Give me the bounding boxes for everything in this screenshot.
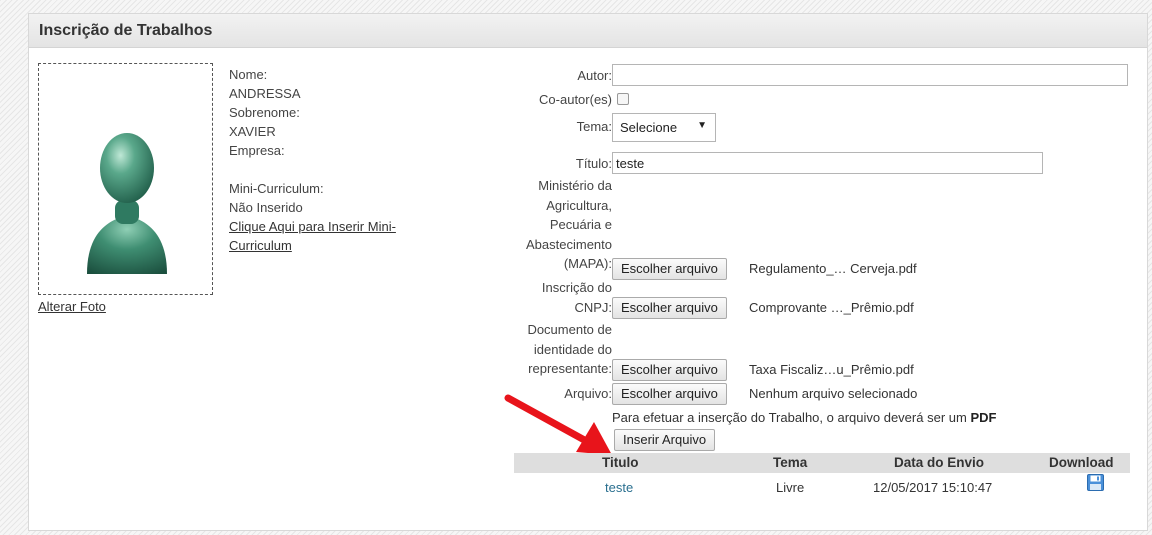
row-titulo-link[interactable]: teste	[605, 480, 633, 495]
panel-header: Inscrição de Trabalhos	[29, 14, 1147, 48]
red-arrow-icon	[504, 394, 612, 455]
arquivo-filename: Nenhum arquivo selecionado	[749, 386, 918, 401]
cnpj-label: Inscrição do CNPJ:	[542, 278, 612, 317]
column-header-tema: Tema	[773, 455, 808, 470]
pdf-note-bold: PDF	[970, 410, 997, 425]
mapa-label-line: Pecuária e	[549, 217, 612, 232]
curriculum-link-line1[interactable]: Clique Aqui para Inserir Mini-	[229, 219, 396, 234]
empresa-value	[229, 160, 459, 179]
pdf-note: Para efetuar a inserção do Trabalho, o a…	[612, 410, 996, 425]
mapa-file-button[interactable]: Escolher arquivo	[612, 258, 727, 280]
nome-label: Nome:	[229, 67, 268, 82]
alterar-foto-link[interactable]: Alterar Foto	[38, 299, 106, 314]
titulo-label: Título:	[575, 156, 612, 171]
caret-down-icon: ▼	[697, 120, 707, 131]
mapa-filename: Regulamento_… Cerveja.pdf	[749, 261, 917, 276]
profile-info: Nome: ANDRESSA Sobrenome: XAVIER Empresa…	[229, 65, 459, 255]
profile-photo	[38, 63, 213, 295]
arquivo-file-button[interactable]: Escolher arquivo	[612, 383, 727, 405]
column-header-titulo: Titulo	[602, 455, 639, 470]
table-header: Titulo Tema Data do Envio Download	[514, 453, 1130, 473]
documento-label-line: representante:	[528, 361, 612, 376]
column-header-download: Download	[1049, 455, 1114, 470]
cnpj-filename: Comprovante …_Prêmio.pdf	[749, 300, 914, 315]
mapa-label-line: Abastecimento	[526, 236, 612, 252]
documento-label: Documento de identidade do representante…	[527, 320, 612, 379]
cnpj-file-button[interactable]: Escolher arquivo	[612, 297, 727, 319]
inserir-arquivo-button[interactable]: Inserir Arquivo	[614, 429, 716, 451]
coautor-checkbox[interactable]	[617, 93, 629, 105]
autor-input[interactable]	[612, 64, 1128, 86]
curriculum-link-line2[interactable]: Curriculum	[229, 238, 292, 253]
panel-title: Inscrição de Trabalhos	[39, 22, 213, 39]
tema-label: Tema:	[576, 119, 612, 134]
sobrenome-value: XAVIER	[229, 124, 276, 139]
row-data: 12/05/2017 15:10:47	[873, 480, 993, 495]
cnpj-label-line: Inscrição do	[541, 280, 612, 295]
mapa-label-line: (MAPA):	[563, 256, 612, 271]
inscricao-panel: Inscrição de Trabalhos Alterar Foto Nome…	[28, 13, 1148, 531]
mapa-label-line: Agricultura,	[546, 197, 612, 213]
tema-select[interactable]: Selecione ▼	[612, 113, 716, 142]
cnpj-label-line: CNPJ:	[574, 299, 612, 315]
sobrenome-label: Sobrenome:	[229, 105, 300, 120]
tema-selected-value: Selecione	[620, 120, 678, 135]
save-icon[interactable]	[1087, 474, 1104, 491]
pdf-note-text: Para efetuar a inserção do Trabalho, o a…	[612, 410, 971, 425]
documento-label-line: Documento de	[527, 322, 612, 337]
documento-file-button[interactable]: Escolher arquivo	[612, 359, 727, 381]
documento-filename: Taxa Fiscaliz…u_Prêmio.pdf	[749, 362, 914, 377]
row-tema: Livre	[776, 480, 805, 495]
titulo-input[interactable]	[612, 152, 1043, 174]
curriculum-label: Mini-Curriculum:	[229, 181, 324, 196]
column-header-data: Data do Envio	[894, 455, 985, 470]
mapa-label: Ministério da Agricultura, Pecuária e Ab…	[526, 176, 612, 274]
avatar-icon	[87, 133, 167, 274]
documento-label-line: identidade do	[533, 341, 612, 357]
mapa-label-line: Ministério da	[538, 178, 612, 193]
nome-value: ANDRESSA	[229, 86, 301, 101]
autor-label: Autor:	[577, 68, 612, 83]
coautor-label: Co-autor(es)	[539, 92, 612, 107]
empresa-label: Empresa:	[229, 143, 285, 158]
inserir-curriculum-link[interactable]: Clique Aqui para Inserir Mini- Curriculu…	[229, 217, 459, 255]
curriculum-value: Não Inserido	[229, 200, 303, 215]
